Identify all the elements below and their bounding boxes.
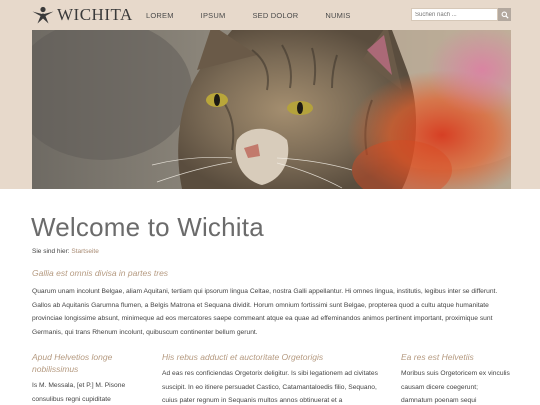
nav-item-lorem[interactable]: LOREM — [146, 11, 174, 20]
column-1-heading: Apud Helvetios longe nobilissimus — [32, 352, 113, 374]
column-2-heading: His rebus adducti et auctoritate Orgetor… — [162, 352, 324, 362]
nav-item-numis[interactable]: NUMIS — [325, 11, 350, 20]
search-icon — [501, 11, 509, 19]
brand-name: WICHITA — [57, 5, 133, 24]
search-button[interactable] — [498, 8, 511, 21]
person-star-logo-icon — [32, 6, 54, 24]
brand-logo[interactable]: WICHITA — [32, 5, 133, 25]
breadcrumb: Sie sind hier: Startseite — [32, 248, 99, 255]
page-title: Welcome to Wichita — [31, 212, 264, 242]
column-2-text: Ad eas res conficiendas Orgetorix deligi… — [162, 370, 378, 404]
nav-item-sed-dolor[interactable]: SED DOLOR — [252, 11, 298, 20]
intro-text: Quarum unam incolunt Belgae, aliam Aquit… — [32, 288, 498, 337]
column-2: His rebus adducti et auctoritate Orgetor… — [162, 351, 382, 405]
intro-heading: Gallia est omnis divisa in partes tres — [32, 268, 169, 278]
nav-item-ipsum[interactable]: IPSUM — [201, 11, 226, 20]
column-3-text: Moribus suis Orgetoricem ex vinculis cau… — [401, 370, 510, 404]
site-header: WICHITA LOREM IPSUM SED DOLOR NUMIS — [0, 0, 540, 30]
breadcrumb-label: Sie sind hier: — [32, 248, 70, 255]
column-3: Ea res est Helvetiis Moribus suis Orgeto… — [401, 351, 511, 405]
column-1: Apud Helvetios longe nobilissimus Is M. … — [32, 351, 132, 405]
search-form — [411, 8, 511, 21]
hero-image-cat — [32, 30, 511, 189]
column-3-heading: Ea res est Helvetiis — [401, 352, 474, 362]
breadcrumb-link-home[interactable]: Startseite — [71, 248, 98, 255]
search-input[interactable] — [411, 8, 498, 21]
main-nav: LOREM IPSUM SED DOLOR NUMIS — [146, 0, 378, 30]
column-1-text: Is M. Messala, [et P.] M. Pisone consuli… — [32, 382, 126, 403]
